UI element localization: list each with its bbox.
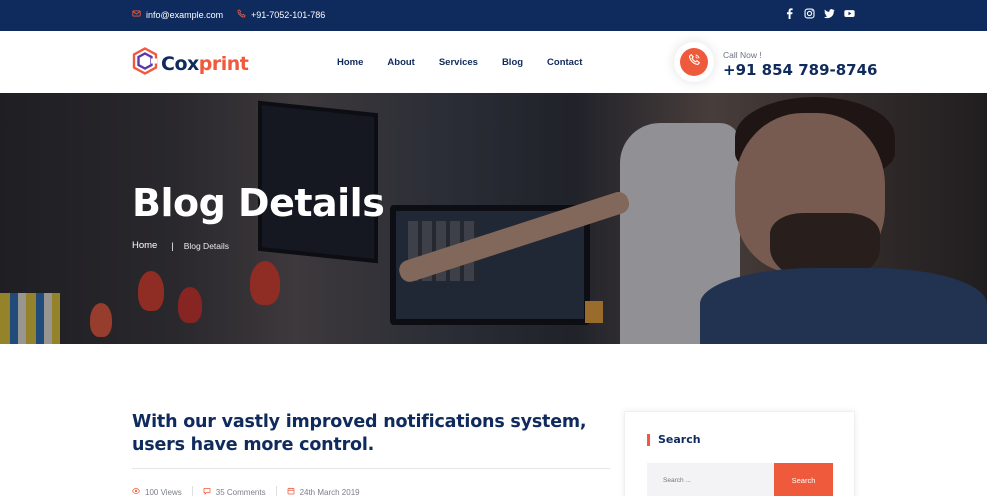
logo-icon <box>132 47 158 80</box>
post-views-text: 100 Views <box>145 487 182 496</box>
youtube-icon[interactable] <box>844 8 855 19</box>
social-links <box>784 8 855 19</box>
widget-accent-bar <box>647 434 650 446</box>
brand-name: Coxprint <box>161 52 249 75</box>
phone-icon <box>237 9 246 20</box>
topbar-phone[interactable]: +91-7052-101-786 <box>237 9 325 20</box>
post-date: 24th March 2019 <box>287 487 360 496</box>
breadcrumb: Home | Blog Details <box>132 240 229 251</box>
call-label: Call Now ! <box>723 50 762 60</box>
facebook-icon[interactable] <box>784 8 795 19</box>
post-views: 100 Views <box>132 487 182 496</box>
instagram-icon[interactable] <box>804 8 815 19</box>
twitter-icon[interactable] <box>824 8 835 19</box>
search-button[interactable]: Search <box>774 463 833 496</box>
topbar-email-text: info@example.com <box>146 9 224 20</box>
page-title: Blog Details <box>132 181 385 225</box>
brand-name-part1: Cox <box>161 52 199 75</box>
post-title: With our vastly improved notifications s… <box>132 412 587 455</box>
topbar-phone-text: +91-7052-101-786 <box>251 9 326 20</box>
calendar-icon <box>287 487 295 496</box>
call-number[interactable]: +91 854 789-8746 <box>723 61 877 79</box>
post-date-text: 24th March 2019 <box>299 487 360 496</box>
breadcrumb-home[interactable]: Home <box>132 240 157 251</box>
nav-about[interactable]: About <box>387 57 414 68</box>
call-button[interactable] <box>674 42 714 82</box>
logo[interactable]: Coxprint <box>132 47 249 80</box>
main-nav: Home About Services Blog Contact <box>337 57 582 68</box>
page: info@example.com +91-7052-101-786 Coxpri… <box>0 0 987 496</box>
post-meta: 100 Views 35 Comments 24th March 2019 <box>132 486 360 496</box>
comments-icon <box>203 487 211 496</box>
top-bar: info@example.com +91-7052-101-786 <box>0 0 987 31</box>
nav-home[interactable]: Home <box>337 57 363 68</box>
post-comments[interactable]: 35 Comments <box>203 487 266 496</box>
breadcrumb-separator: | <box>171 240 174 251</box>
search-widget: Search Search <box>624 411 855 496</box>
envelope-icon <box>132 9 141 20</box>
search-input[interactable] <box>647 463 774 496</box>
hero-banner: Blog Details Home | Blog Details <box>0 93 987 344</box>
breadcrumb-current: Blog Details <box>183 240 230 251</box>
topbar-email[interactable]: info@example.com <box>132 9 223 20</box>
eye-icon <box>132 487 140 496</box>
phone-ringing-icon <box>688 53 701 71</box>
call-button-circle <box>680 48 708 76</box>
nav-services[interactable]: Services <box>439 57 478 68</box>
nav-contact[interactable]: Contact <box>547 57 582 68</box>
nav-blog[interactable]: Blog <box>502 57 523 68</box>
site-header: Coxprint Home About Services Blog Contac… <box>0 31 987 93</box>
brand-name-part2: print <box>198 52 249 75</box>
search-widget-title: Search <box>658 433 701 446</box>
divider <box>132 468 610 469</box>
post-comments-text: 35 Comments <box>215 487 266 496</box>
